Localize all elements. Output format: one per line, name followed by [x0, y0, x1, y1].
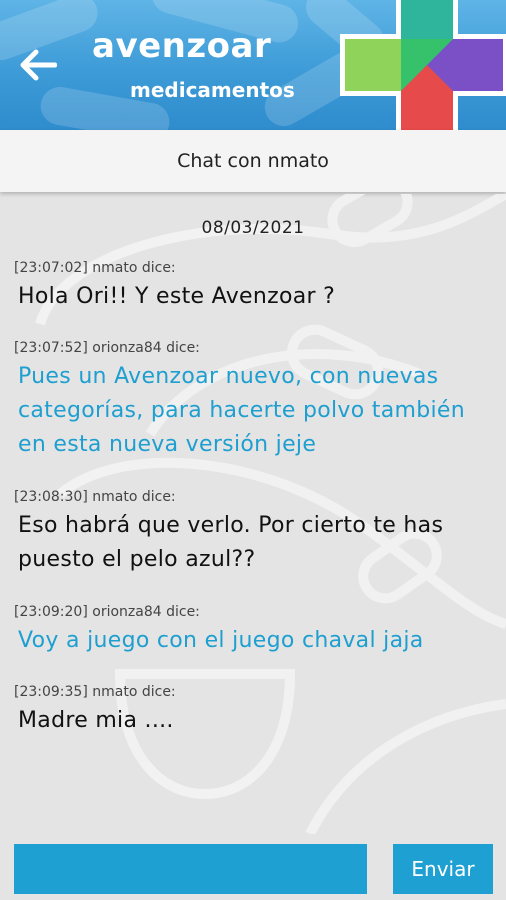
chat-message: [23:08:30] nmato dice: Eso habrá que ver…	[14, 489, 494, 577]
brand-title: avenzoar	[92, 26, 272, 66]
message-meta: [23:07:52] orionza84 dice:	[14, 340, 200, 356]
app-header: avenzoar medicamentos	[0, 0, 506, 130]
send-button[interactable]: Enviar	[393, 844, 493, 894]
message-text: Pues un Avenzoar nuevo, con nuevas categ…	[18, 364, 465, 457]
back-arrow-icon[interactable]	[20, 49, 60, 81]
message-text: Voy a juego con el juego chaval jaja	[18, 628, 424, 653]
chat-message: [23:09:35] nmato dice: Madre mia ....	[14, 684, 494, 738]
brand-subtitle: medicamentos	[130, 78, 295, 102]
pharmacy-cross-logo	[340, 0, 506, 130]
message-text: Eso habrá que verlo. Por cierto te has p…	[18, 513, 444, 572]
message-input[interactable]	[14, 844, 367, 894]
message-meta: [23:09:35] nmato dice:	[14, 684, 176, 700]
message-meta: [23:07:02] nmato dice:	[14, 260, 176, 276]
message-text: Hola Ori!! Y este Avenzoar ?	[18, 284, 336, 309]
message-meta: [23:09:20] orionza84 dice:	[14, 604, 200, 620]
chat-title: Chat con nmato	[177, 150, 329, 172]
message-text: Madre mia ....	[18, 708, 174, 733]
chat-message: [23:09:20] orionza84 dice: Voy a juego c…	[14, 604, 494, 658]
chat-message: [23:07:52] orionza84 dice: Pues un Avenz…	[14, 340, 494, 462]
chat-message: [23:07:02] nmato dice: Hola Ori!! Y este…	[14, 260, 494, 314]
chat-title-bar: Chat con nmato	[0, 130, 506, 192]
chat-area[interactable]: 08/03/2021 [23:07:02] nmato dice: Hola O…	[0, 194, 506, 834]
message-meta: [23:08:30] nmato dice:	[14, 489, 176, 505]
chat-date: 08/03/2021	[201, 218, 305, 238]
